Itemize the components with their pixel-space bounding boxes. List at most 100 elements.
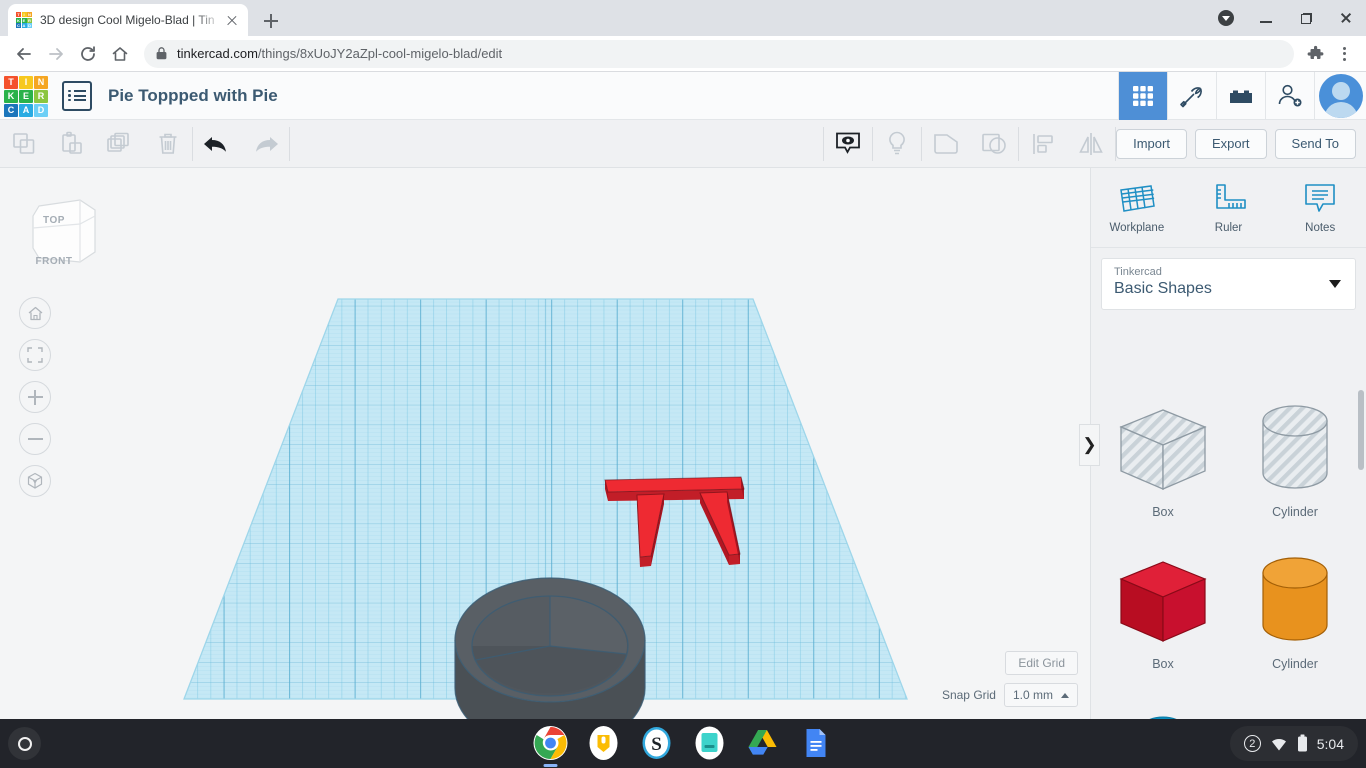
snap-grid-select[interactable]: 1.0 mm xyxy=(1003,683,1078,707)
zoom-in-button[interactable] xyxy=(19,381,51,413)
tinkercad-header: TIN KER CAD Pie Toppped with Pie xyxy=(0,71,1366,120)
tinkercad-logo[interactable]: TIN KER CAD xyxy=(4,75,50,117)
paste-button[interactable] xyxy=(48,120,96,168)
extensions-icon[interactable] xyxy=(1302,40,1330,68)
light-bulb-button[interactable] xyxy=(873,120,921,168)
close-window-icon[interactable] xyxy=(1326,0,1366,36)
zoom-out-button[interactable] xyxy=(19,423,51,455)
tab-title: 3D design Cool Migelo-Blad | Tin xyxy=(40,13,215,27)
reload-icon[interactable] xyxy=(72,38,104,70)
library-source: Tinkercad xyxy=(1114,266,1162,278)
toolbar-actions: Import Export Send To xyxy=(1116,128,1366,159)
3d-canvas[interactable]: Workplane TOP FRONT Edit Grid Sn xyxy=(0,168,1090,719)
logo-tile-n: N xyxy=(34,75,48,89)
shape-item-hole-box[interactable]: Box xyxy=(1097,393,1229,545)
brick-icon[interactable] xyxy=(1216,71,1265,120)
invite-person-icon[interactable] xyxy=(1265,71,1314,120)
drive-icon[interactable] xyxy=(745,725,781,761)
panel-collapse-button[interactable]: ❯ xyxy=(1079,424,1100,466)
browser-toolbar: tinkercad.com/things/8xUoJY2aZpl-cool-mi… xyxy=(0,36,1366,72)
url-domain: tinkercad.com xyxy=(177,46,258,61)
teal-app-icon[interactable] xyxy=(692,725,728,761)
clock[interactable]: 5:04 xyxy=(1317,736,1344,752)
logo-tile-r: R xyxy=(34,89,48,103)
editor-toolbar: Import Export Send To xyxy=(0,120,1366,168)
docs-icon[interactable] xyxy=(798,725,834,761)
shape-label: Box xyxy=(1152,505,1174,519)
shape-item-solid-cylinder[interactable]: Cylinder xyxy=(1229,545,1361,697)
sidebar-item-notes[interactable]: Notes xyxy=(1274,168,1366,247)
back-icon[interactable] xyxy=(8,38,40,70)
home-icon[interactable] xyxy=(104,38,136,70)
import-button[interactable]: Import xyxy=(1116,128,1187,159)
edit-grid-button[interactable]: Edit Grid xyxy=(1005,651,1078,675)
export-button[interactable]: Export xyxy=(1194,128,1267,159)
logo-tile-i: I xyxy=(19,75,33,89)
blocks-grid-icon[interactable] xyxy=(1118,71,1167,120)
close-tab-icon[interactable] xyxy=(224,12,240,28)
logo-tile-n: N xyxy=(27,12,32,17)
shape-grid[interactable]: Box Cylinder Box Cylinder xyxy=(1091,383,1366,719)
shape-item-scribble[interactable] xyxy=(1229,697,1361,719)
logo-tile-i: I xyxy=(21,12,27,17)
shapes-sidebar: Workplane Ruler Notes Tinkercad Basic Sh… xyxy=(1090,168,1366,719)
copy-button[interactable] xyxy=(0,120,48,168)
duplicate-button[interactable] xyxy=(96,120,144,168)
notes-icon xyxy=(1305,183,1335,212)
maximize-window-icon[interactable] xyxy=(1286,0,1326,36)
hole-box-icon xyxy=(1119,409,1207,490)
new-tab-button[interactable] xyxy=(258,8,284,34)
sidebar-item-ruler[interactable]: Ruler xyxy=(1183,168,1275,247)
view-cube[interactable]: TOP FRONT xyxy=(25,190,103,275)
redo-button[interactable] xyxy=(241,120,289,168)
avatar[interactable] xyxy=(1314,71,1366,120)
logo-tile-d: D xyxy=(34,103,48,117)
url-text: tinkercad.com/things/8xUoJY2aZpl-cool-mi… xyxy=(177,46,502,61)
browser-tab[interactable]: TIN KER CAD 3D design Cool Migelo-Blad | T… xyxy=(8,4,248,36)
sidebar-item-workplane[interactable]: Workplane xyxy=(1091,168,1183,247)
shape-item-sphere[interactable] xyxy=(1097,697,1229,719)
mirror-button[interactable] xyxy=(1067,120,1115,168)
wifi-icon xyxy=(1271,738,1286,750)
snap-grid-value: 1.0 mm xyxy=(1012,688,1053,702)
undo-button[interactable] xyxy=(193,120,241,168)
pickaxe-icon[interactable] xyxy=(1167,71,1216,120)
address-bar[interactable]: tinkercad.com/things/8xUoJY2aZpl-cool-mi… xyxy=(144,39,1294,68)
keep-icon[interactable] xyxy=(586,725,622,761)
notification-count-badge[interactable]: 2 xyxy=(1243,735,1261,752)
solid-cylinder-icon xyxy=(1262,557,1328,641)
fit-view-button[interactable] xyxy=(19,339,51,371)
logo-tile-a: A xyxy=(19,103,33,117)
chrome-icon[interactable] xyxy=(533,725,569,767)
library-selector[interactable]: Tinkercad Basic Shapes xyxy=(1101,258,1356,310)
view-cube-front-label[interactable]: FRONT xyxy=(15,256,93,267)
system-tray[interactable]: 2 5:04 xyxy=(1229,726,1358,761)
minimize-window-icon[interactable] xyxy=(1246,0,1286,36)
window-controls xyxy=(1206,0,1366,36)
ungroup-button[interactable] xyxy=(970,120,1018,168)
chevron-down-icon[interactable] xyxy=(1329,280,1341,288)
svg-text:S: S xyxy=(651,734,662,755)
workplane-scene[interactable] xyxy=(0,168,1090,719)
launcher-icon[interactable] xyxy=(8,727,41,760)
browser-menu-icon[interactable] xyxy=(1330,40,1358,68)
show-hide-button[interactable] xyxy=(824,120,872,168)
view-cube-top-label[interactable]: TOP xyxy=(15,215,93,226)
logo-tile-t: T xyxy=(16,12,21,17)
skype-icon[interactable]: S xyxy=(639,725,675,761)
active-indicator xyxy=(543,764,558,767)
project-list-icon[interactable] xyxy=(62,80,92,111)
send-to-button[interactable]: Send To xyxy=(1274,128,1356,159)
sidebar-scrollbar[interactable] xyxy=(1358,390,1364,470)
shape-item-solid-box[interactable]: Box xyxy=(1097,545,1229,697)
align-button[interactable] xyxy=(1019,120,1067,168)
logo-tile-c: C xyxy=(4,103,18,117)
home-view-button[interactable] xyxy=(19,297,51,329)
group-button[interactable] xyxy=(922,120,970,168)
download-indicator-icon[interactable] xyxy=(1206,0,1246,36)
sidebar-label-workplane: Workplane xyxy=(1109,221,1165,234)
perspective-view-button[interactable] xyxy=(19,465,51,497)
shape-label: Cylinder xyxy=(1272,505,1318,519)
shape-item-hole-cylinder[interactable]: Cylinder xyxy=(1229,393,1361,545)
delete-button[interactable] xyxy=(144,120,192,168)
